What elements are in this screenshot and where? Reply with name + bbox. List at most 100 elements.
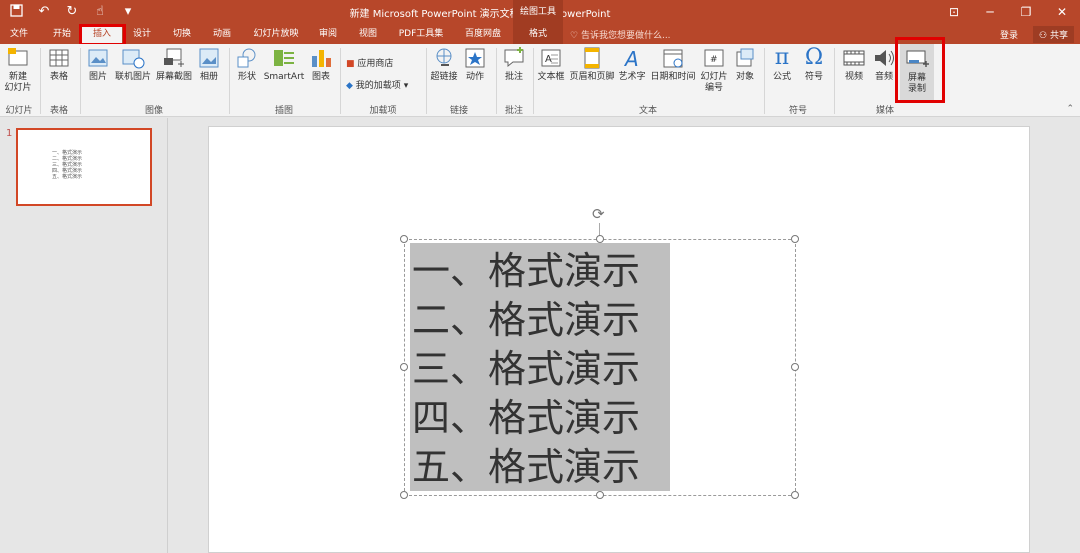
new-slide-label: 新建 幻灯片 — [4, 72, 32, 93]
comment-label: 批注 — [504, 72, 523, 82]
header-footer-label: 页眉和页脚 — [569, 72, 615, 82]
screen-record-icon — [906, 50, 929, 67]
close-icon[interactable]: ✕ — [1044, 0, 1080, 24]
group-divider — [80, 48, 81, 114]
table-button[interactable]: 表格 — [44, 46, 74, 83]
group-divider — [533, 48, 534, 114]
tell-me-box[interactable]: ♡ 告诉我您想要做什么... — [570, 28, 671, 41]
resize-handle[interactable] — [596, 235, 604, 243]
textbox-label: 文本框 — [537, 72, 565, 82]
datetime-button[interactable]: 日期和时间 — [648, 46, 698, 83]
slide-number-icon: # — [704, 49, 724, 67]
wordart-icon: A — [623, 47, 639, 70]
slide-number: 1 — [6, 128, 13, 139]
login-link[interactable]: 登录 — [1000, 28, 1018, 41]
tab-format[interactable]: 格式 — [513, 24, 563, 44]
share-label: 共享 — [1049, 31, 1068, 41]
slide-thumbnail[interactable]: 一、格式演示 二、格式演示 三、格式演示 四、格式演示 五、格式演示 — [16, 128, 152, 206]
textbox-icon: A — [541, 49, 561, 67]
screenshot-label: 屏幕截图 — [155, 72, 192, 82]
online-picture-label: 联机图片 — [114, 72, 151, 82]
group-label-slides: 幻灯片 — [5, 106, 33, 116]
tab-transitions[interactable]: 切换 — [166, 24, 198, 44]
slide-line: 四、格式演示 — [412, 396, 641, 440]
equation-button[interactable]: π 公式 — [768, 46, 796, 83]
pi-icon: π — [774, 45, 790, 70]
resize-handle[interactable] — [400, 363, 408, 371]
hyperlink-icon — [436, 48, 452, 66]
textbox-button[interactable]: A 文本框 — [536, 46, 566, 83]
restore-icon[interactable]: ❐ — [1008, 0, 1044, 24]
title-bar: ↶ ↻ ☝ ▾ 新建 Microsoft PowerPoint 演示文稿.ppt… — [0, 0, 1080, 24]
group-label-illustrations: 插图 — [274, 106, 293, 116]
tab-file[interactable]: 文件 — [4, 24, 34, 44]
object-label: 对象 — [735, 72, 754, 82]
ribbon-display-options-icon[interactable]: ⊡ — [936, 0, 972, 24]
addins-icon: ◆ — [346, 81, 353, 91]
tab-design[interactable]: 设计 — [126, 24, 158, 44]
hyperlink-button[interactable]: 超链接 — [428, 46, 460, 83]
wordart-button[interactable]: A 艺术字 — [617, 46, 647, 83]
resize-handle[interactable] — [791, 235, 799, 243]
minimize-icon[interactable]: ─ — [972, 0, 1008, 24]
rotate-handle-icon[interactable]: ⟳ — [592, 205, 605, 223]
group-divider — [229, 48, 230, 114]
audio-button[interactable]: 音频 — [870, 46, 898, 83]
tab-review[interactable]: 审阅 — [312, 24, 344, 44]
resize-handle[interactable] — [791, 491, 799, 499]
slide-number-label: 幻灯片 编号 — [700, 72, 728, 93]
share-button[interactable]: ⚇ 共享 — [1033, 26, 1074, 43]
header-footer-button[interactable]: 页眉和页脚 — [568, 46, 616, 83]
album-button[interactable]: 相册 — [195, 46, 223, 83]
group-label-symbols: 符号 — [788, 106, 807, 116]
slide-line: 三、格式演示 — [412, 347, 641, 391]
tab-baidu-netdisk[interactable]: 百度网盘 — [458, 24, 508, 44]
screenshot-button[interactable]: 屏幕截图 — [154, 46, 194, 83]
wordart-label: 艺术字 — [618, 72, 646, 82]
chart-button[interactable]: 图表 — [308, 46, 334, 83]
video-label: 视频 — [844, 72, 863, 82]
object-button[interactable]: 对象 — [732, 46, 758, 83]
slide-text[interactable]: 一、格式演示 二、格式演示 三、格式演示 四、格式演示 五、格式演示 — [412, 247, 640, 492]
thumbnail-text: 一、格式演示 二、格式演示 三、格式演示 四、格式演示 五、格式演示 — [52, 150, 82, 180]
group-divider — [40, 48, 41, 114]
tab-insert[interactable]: 插入 — [82, 24, 122, 44]
shapes-icon — [237, 48, 256, 68]
tab-view[interactable]: 视图 — [352, 24, 384, 44]
tab-slideshow[interactable]: 幻灯片放映 — [246, 24, 306, 44]
smartart-label: SmartArt — [263, 72, 305, 82]
tab-home[interactable]: 开始 — [46, 24, 78, 44]
collapse-ribbon-icon[interactable]: ⌃ — [1066, 104, 1074, 114]
comment-icon — [504, 47, 524, 68]
group-divider — [834, 48, 835, 114]
picture-button[interactable]: 图片 — [84, 46, 112, 83]
datetime-label: 日期和时间 — [650, 72, 696, 82]
screenshot-icon — [164, 48, 184, 67]
resize-handle[interactable] — [596, 491, 604, 499]
shapes-button[interactable]: 形状 — [234, 46, 260, 83]
album-icon — [199, 48, 219, 68]
slide-number-button[interactable]: # 幻灯片 编号 — [700, 46, 728, 94]
screen-record-label: 屏幕 录制 — [907, 73, 926, 94]
tab-animations[interactable]: 动画 — [206, 24, 238, 44]
online-picture-button[interactable]: 联机图片 — [113, 46, 153, 83]
thumbnail-line: 五、格式演示 — [52, 174, 83, 180]
action-button[interactable]: 动作 — [462, 46, 488, 83]
group-label-comments: 批注 — [504, 106, 523, 116]
group-label-links: 链接 — [449, 106, 468, 116]
screen-record-button[interactable]: 屏幕 录制 — [900, 44, 934, 100]
new-slide-button[interactable]: 新建 幻灯片 — [2, 46, 34, 94]
resize-handle[interactable] — [791, 363, 799, 371]
tab-pdf-tools[interactable]: PDF工具集 — [392, 24, 450, 44]
smartart-button[interactable]: SmartArt — [262, 46, 306, 83]
store-button[interactable]: ■ 应用商店 — [346, 56, 393, 69]
comment-button[interactable]: 批注 — [500, 46, 528, 83]
smartart-icon — [274, 50, 294, 66]
resize-handle[interactable] — [400, 235, 408, 243]
symbol-button[interactable]: Ω 符号 — [800, 46, 828, 83]
video-button[interactable]: 视频 — [840, 46, 868, 83]
resize-handle[interactable] — [400, 491, 408, 499]
my-addins-button[interactable]: ◆ 我的加载项 ▾ — [346, 78, 408, 91]
chart-icon — [312, 50, 331, 67]
shapes-label: 形状 — [237, 72, 256, 82]
